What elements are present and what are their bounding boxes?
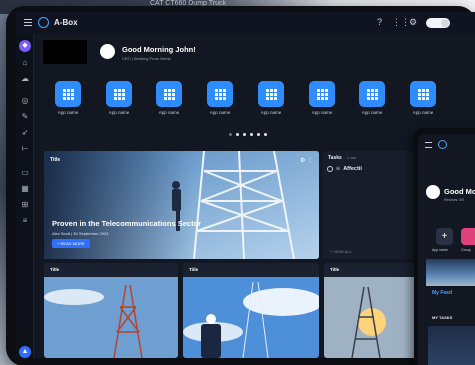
app-tile-label: App name xyxy=(209,110,231,115)
team-icon[interactable]: ⊞ xyxy=(20,200,30,210)
app-tile-label: App name xyxy=(361,110,383,115)
app-tile-label: App name xyxy=(311,110,333,115)
help-icon[interactable]: ? xyxy=(377,18,382,27)
news-card-title: Title xyxy=(330,267,340,272)
tasks-panel: Tasks 1 new ⊖ Affectii + VIEW ALL xyxy=(322,151,426,259)
phone-menu-icon[interactable] xyxy=(425,142,432,148)
home-icon[interactable]: ⌂ xyxy=(20,58,30,68)
news-card-title: Title xyxy=(189,267,199,272)
more-options-icon[interactable]: ⚙ ⋮ xyxy=(300,157,313,164)
company-logo-placeholder xyxy=(43,40,87,64)
news-card[interactable]: Title xyxy=(44,263,178,358)
app-tile-label: App name xyxy=(158,110,180,115)
phone-screen: Good Mo Reviews: 3/5 + App name Group My… xyxy=(418,134,475,365)
carousel-dot[interactable] xyxy=(229,133,232,136)
worker-image xyxy=(183,277,319,358)
app-tile-label: App name xyxy=(108,110,130,115)
hero-meta: Alex Scott | 30 September 2024 xyxy=(52,231,109,236)
phone-device: Good Mo Reviews: 3/5 + App name Group My… xyxy=(414,128,475,365)
carousel-pagination[interactable] xyxy=(229,133,267,136)
avatar[interactable] xyxy=(100,44,115,59)
org-icon[interactable]: ⊢ xyxy=(20,144,30,154)
apps-grid-icon xyxy=(366,88,378,100)
phone-feed-dropdown[interactable]: My Feed xyxy=(432,290,452,296)
news-card[interactable]: Title xyxy=(183,263,319,358)
chat-icon[interactable]: ☁ xyxy=(20,74,30,84)
phone-group-label: Group xyxy=(461,248,471,252)
news-card[interactable]: Title xyxy=(324,263,428,358)
app-tile[interactable] xyxy=(156,81,182,107)
news-card-title: Title xyxy=(50,267,60,272)
tool-icon[interactable]: ✎ xyxy=(20,112,30,122)
app-tile-label: App name xyxy=(260,110,282,115)
user-role: CEO | Working From Home xyxy=(122,56,171,61)
task-item[interactable]: ⊖ Affectii xyxy=(327,164,423,174)
phone-logo-icon xyxy=(438,140,447,149)
phone-tasks-title: MY TASKS xyxy=(432,315,453,320)
apps-grid-icon xyxy=(417,88,429,100)
apps-grid-icon xyxy=(316,88,328,100)
sunset-tower-image xyxy=(324,277,428,358)
phone-group-tile[interactable] xyxy=(461,228,475,245)
apps-grid-icon xyxy=(214,88,226,100)
app-tile[interactable] xyxy=(106,81,132,107)
sidebar: ◆ ⌂ ☁ ◎ ✎ ➶ ⊢ ▭ ▦ ⊞ ≡ ▲ xyxy=(16,34,34,358)
apps-grid-icon xyxy=(265,88,277,100)
app-tile-label: App name xyxy=(412,110,434,115)
tasks-count: 1 new xyxy=(347,156,357,160)
phone-task-image xyxy=(428,326,475,365)
phone-greeting: Good Mo xyxy=(444,187,475,196)
app-tile[interactable] xyxy=(258,81,284,107)
settings-icon[interactable]: ⚙ xyxy=(409,18,417,27)
view-all-link[interactable]: + VIEW ALL xyxy=(330,249,352,254)
app-tile[interactable] xyxy=(207,81,233,107)
carousel-dot[interactable] xyxy=(243,133,246,136)
hamburger-menu-icon[interactable] xyxy=(24,19,32,26)
task-checkbox[interactable] xyxy=(327,166,333,172)
read-more-button[interactable]: + READ MORE xyxy=(52,239,90,248)
tower-image xyxy=(44,277,178,358)
app-tile[interactable] xyxy=(55,81,81,107)
app-logo-icon xyxy=(38,17,49,28)
app-tile[interactable] xyxy=(359,81,385,107)
app-tile[interactable] xyxy=(410,81,436,107)
top-bar: A-Box ? ⋮⋮ ⚙ xyxy=(16,12,475,34)
phone-add-app-button[interactable]: + xyxy=(436,228,453,245)
apps-grid-icon xyxy=(113,88,125,100)
rocket-icon[interactable]: ➶ xyxy=(20,128,30,138)
carousel-dot[interactable] xyxy=(264,133,267,136)
tasks-title: Tasks xyxy=(328,155,342,161)
carousel-dot[interactable] xyxy=(250,133,253,136)
check-icon[interactable]: ◎ xyxy=(20,96,30,106)
hero-headline: Proven in the Telecommunications Sector xyxy=(52,219,202,228)
tablet-screen: A-Box ? ⋮⋮ ⚙ ◆ ⌂ ☁ ◎ ✎ ➶ ⊢ ▭ ▦ ⊞ ≡ ▲ Goo… xyxy=(16,12,475,358)
task-label: Affectii xyxy=(343,166,362,172)
task-status-icon: ⊖ xyxy=(336,166,341,172)
app-title: A-Box xyxy=(54,18,78,27)
hero-card-title: Title xyxy=(50,157,61,163)
phone-app-label: App name xyxy=(432,248,448,252)
sidebar-item-dashboard-icon[interactable]: ◆ xyxy=(19,40,31,52)
calendar-icon[interactable]: ▦ xyxy=(20,184,30,194)
carousel-dot[interactable] xyxy=(236,133,239,136)
profile-icon[interactable]: ▲ xyxy=(19,346,31,358)
carousel-dot[interactable] xyxy=(257,133,260,136)
phone-avatar[interactable] xyxy=(426,185,440,199)
app-tile-label: App name xyxy=(57,110,79,115)
message-icon[interactable]: ▭ xyxy=(20,168,30,178)
featured-news-card[interactable]: Title ⚙ ⋮ Proven in the Telecommunicatio… xyxy=(44,151,319,259)
phone-role: Reviews: 3/5 xyxy=(444,198,465,202)
apps-grid-icon[interactable]: ⋮⋮ xyxy=(392,18,410,27)
apps-grid-icon xyxy=(62,88,74,100)
document-icon[interactable]: ≡ xyxy=(20,216,30,226)
app-tile[interactable] xyxy=(309,81,335,107)
phone-feed-photo xyxy=(426,259,475,286)
theme-toggle[interactable] xyxy=(426,18,450,28)
greeting-title: Good Morning John! xyxy=(122,45,196,54)
apps-grid-icon xyxy=(163,88,175,100)
